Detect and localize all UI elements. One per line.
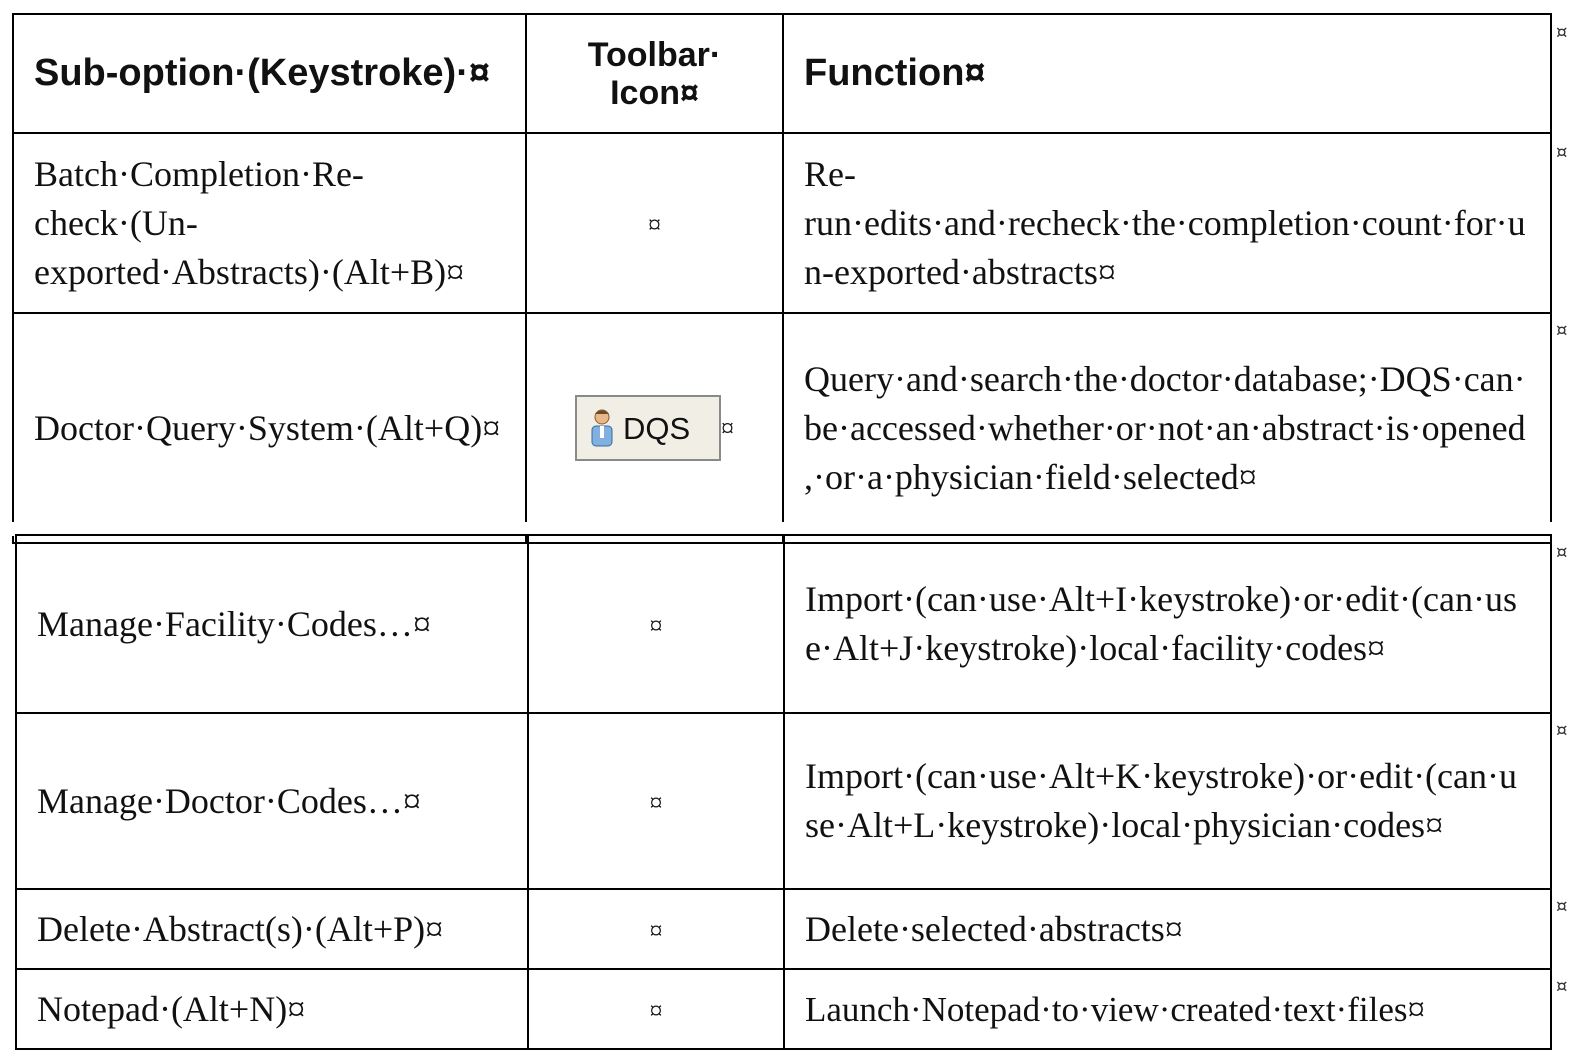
cell-end-mark: ¤ [649,788,663,817]
sub-option-cell: Manage·Doctor·Codes…¤ [15,712,529,890]
sub-option-cell: Manage·Facility·Codes…¤ [15,534,529,714]
toolbar-icon-cell: ¤ [527,534,785,714]
cell-end-mark: ¤ [649,916,663,945]
function-cell: Launch·Notepad·to·view·created·text·file… [783,968,1552,1050]
header-toolbar-icon-line2: Icon¤ [610,73,699,112]
table-row: Batch·Completion·Re-check·(Un-exported·A… [12,132,1552,314]
table-row: Doctor·Query·System·(Alt+Q)¤ DQS ¤ Query… [12,312,1552,544]
function-cell: Import·(can·use·Alt+I·keystroke)·or·edit… [783,534,1552,714]
function-cell: Import·(can·use·Alt+K·keystroke)·or·edit… [783,712,1552,890]
dqs-label: DQS [623,410,691,446]
function-cell: Re-run·edits·and·recheck·the·completion·… [782,132,1552,314]
cell-end-mark: ¤ [721,413,734,443]
table-row: Manage·Facility·Codes…¤ ¤ Import·(can·us… [15,534,1552,714]
toolbar-icon-cell: ¤ [527,968,785,1050]
function-cell: Delete·selected·abstracts¤ [783,888,1552,970]
function-cell: Query·and·search·the·doctor·database;·DQ… [782,312,1552,544]
sub-option-cell: Batch·Completion·Re-check·(Un-exported·A… [12,132,527,314]
toolbar-icon-cell: ¤ [527,712,785,890]
table-row: Manage·Doctor·Codes…¤ ¤ Import·(can·use·… [15,712,1552,890]
table-row: Notepad·(Alt+N)¤ ¤ Launch·Notepad·to·vie… [15,968,1552,1050]
options-table-top: Sub-option·(Keystroke)·¤ Toolbar· Icon¤ … [12,13,1552,544]
header-sub-option: Sub-option·(Keystroke)·¤ [12,13,527,134]
sub-option-cell: Delete·Abstract(s)·(Alt+P)¤ [15,888,529,970]
header-toolbar-icon: Toolbar· Icon¤ [525,13,784,134]
table-row: Delete·Abstract(s)·(Alt+P)¤ ¤ Delete·sel… [15,888,1552,970]
header-toolbar-icon-line1: Toolbar· [587,35,722,74]
row-end-mark: ¤ [1556,320,1568,341]
row-end-mark: ¤ [1556,720,1568,741]
doctor-icon [591,409,613,447]
cell-end-mark: ¤ [648,210,661,239]
row-end-mark: ¤ [1556,976,1568,997]
row-end-mark: ¤ [1556,142,1568,163]
sub-option-cell: Doctor·Query·System·(Alt+Q)¤ [12,312,527,544]
options-table-bottom: Manage·Facility·Codes…¤ ¤ Import·(can·us… [15,534,1552,1050]
cell-end-mark: ¤ [649,996,663,1025]
row-end-mark: ¤ [1556,542,1568,563]
row-end-mark: ¤ [1556,22,1568,43]
toolbar-icon-cell: ¤ [525,132,784,314]
header-function: Function¤ [782,13,1552,134]
dqs-toolbar-button[interactable]: DQS [575,395,721,461]
toolbar-icon-cell: DQS ¤ [525,312,784,544]
cell-end-mark: ¤ [649,611,663,640]
sub-option-cell: Notepad·(Alt+N)¤ [15,968,529,1050]
header-row: Sub-option·(Keystroke)·¤ Toolbar· Icon¤ … [12,13,1552,134]
row-end-mark: ¤ [1556,896,1568,917]
toolbar-icon-cell: ¤ [527,888,785,970]
